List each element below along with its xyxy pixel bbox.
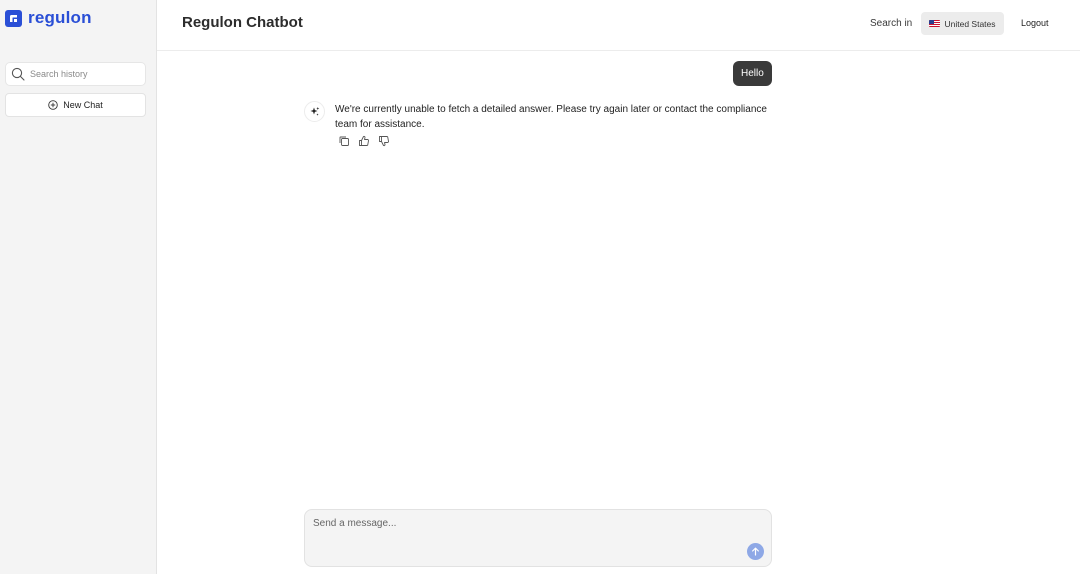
message-actions [338, 135, 390, 147]
brand[interactable]: regulon [5, 8, 92, 28]
search-history-input[interactable] [30, 69, 130, 79]
page-title: Regulon Chatbot [182, 14, 303, 31]
sidebar: regulon New Chat [0, 0, 157, 574]
search-in-label: Search in [870, 18, 913, 29]
arrow-up-icon [751, 547, 760, 556]
us-flag-icon [929, 20, 941, 27]
bot-avatar [304, 101, 325, 122]
new-chat-label: New Chat [63, 100, 103, 110]
thumbs-down-icon[interactable] [378, 135, 390, 147]
search-icon [11, 67, 25, 81]
message-composer[interactable] [304, 509, 772, 567]
header: Regulon Chatbot Search in United States … [157, 0, 1080, 51]
regulon-logo-icon [5, 9, 22, 27]
search-history-box[interactable] [5, 62, 146, 86]
brand-name: regulon [28, 8, 92, 27]
country-label: United States [944, 18, 996, 29]
country-selector[interactable]: United States [921, 12, 1004, 35]
new-chat-button[interactable]: New Chat [5, 93, 146, 117]
thumbs-up-icon[interactable] [358, 135, 370, 147]
logout-button[interactable]: Logout [1021, 18, 1049, 28]
copy-icon[interactable] [338, 135, 350, 147]
sparkle-icon [309, 106, 320, 117]
user-message-text: Hello [741, 68, 764, 79]
assistant-message-text: We're currently unable to fetch a detail… [335, 104, 767, 130]
user-message: Hello [733, 61, 772, 86]
send-button[interactable] [747, 543, 764, 560]
plus-circle-icon [48, 100, 58, 110]
message-input[interactable] [313, 518, 733, 538]
